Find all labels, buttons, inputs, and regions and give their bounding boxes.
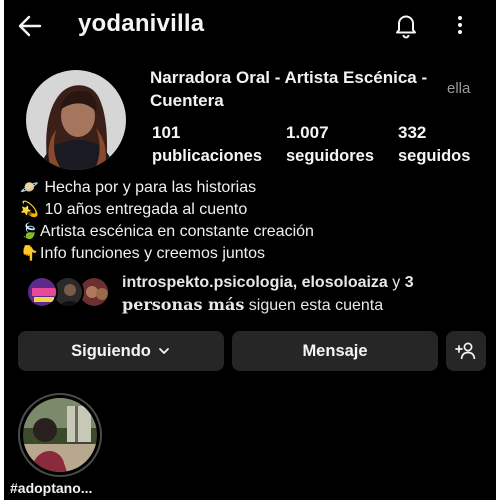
story-highlight[interactable]	[18, 393, 102, 477]
more-vertical-icon[interactable]	[448, 11, 472, 39]
followed-by-trailing: siguen esta cuenta	[244, 297, 384, 314]
stat-following[interactable]: 332 seguidos	[398, 122, 470, 168]
followed-by-text: introspekto.psicologia, elosoloaiza y 3 …	[122, 272, 492, 317]
bio-line-text: Artista escénica en constante creación	[40, 223, 314, 240]
arrow-left-icon[interactable]	[16, 12, 44, 40]
bio-line: 💫 10 años entregada al cuento	[20, 199, 490, 221]
message-button[interactable]: Mensaje	[232, 331, 438, 371]
chevron-down-icon	[158, 348, 169, 354]
planet-icon: 🪐	[20, 179, 39, 196]
stat-followers-value: 1.007	[286, 123, 329, 142]
dizzy-star-icon: 💫	[20, 201, 39, 218]
profile-display-name: Narradora Oral - Artista Escénica - Cuen…	[150, 68, 428, 110]
top-bar: yodanivilla	[4, 0, 496, 52]
stat-posts-value: 101	[152, 123, 181, 142]
followed-by[interactable]: introspekto.psicologia, elosoloaiza y 3 …	[20, 272, 490, 318]
story-highlight-cover	[23, 398, 97, 472]
stat-followers-label: seguidores	[286, 147, 375, 165]
profile-bio: 🪐 Hecha por y para las historias 💫 10 añ…	[20, 177, 490, 265]
follower-avatar	[26, 276, 58, 308]
bio-line-text: Hecha por y para las historias	[40, 179, 257, 196]
profile-avatar[interactable]	[26, 70, 126, 170]
stat-posts[interactable]: 101 publicaciones	[152, 122, 262, 168]
stat-followers[interactable]: 1.007 seguidores	[286, 122, 374, 168]
leaf-icon: 🍃	[20, 223, 39, 240]
bio-line-text: 10 años entregada al cuento	[40, 201, 248, 218]
followed-by-connector: y	[387, 274, 405, 291]
stat-following-label: seguidos	[398, 147, 471, 165]
followed-by-count-suffix: personas más	[122, 295, 245, 314]
story-highlight-label: #adoptano...	[10, 480, 93, 496]
add-person-button[interactable]	[446, 331, 486, 371]
add-person-icon	[455, 342, 476, 360]
pointing-down-icon: 👇	[20, 245, 39, 262]
stat-posts-label: publicaciones	[152, 147, 263, 165]
message-button-label: Mensaje	[302, 341, 368, 360]
stat-following-value: 332	[398, 123, 427, 142]
bell-icon[interactable]	[392, 11, 420, 39]
profile-screen: yodanivilla Narradora Oral - Artista Esc…	[4, 0, 496, 500]
followed-by-count: 3	[404, 274, 414, 291]
profile-username: yodanivilla	[78, 10, 205, 37]
bio-line: 🪐 Hecha por y para las historias	[20, 177, 490, 199]
bio-line-text: Info funciones y creemos juntos	[40, 245, 266, 262]
following-button[interactable]: Siguiendo	[18, 331, 224, 371]
bio-line: 🍃Artista escénica en constante creación	[20, 221, 490, 243]
profile-pronoun: ella	[447, 80, 471, 97]
followed-by-names[interactable]: introspekto.psicologia, elosoloaiza	[122, 274, 388, 291]
bio-line: 👇Info funciones y creemos juntos	[20, 243, 490, 265]
following-button-label: Siguiendo	[71, 341, 151, 360]
